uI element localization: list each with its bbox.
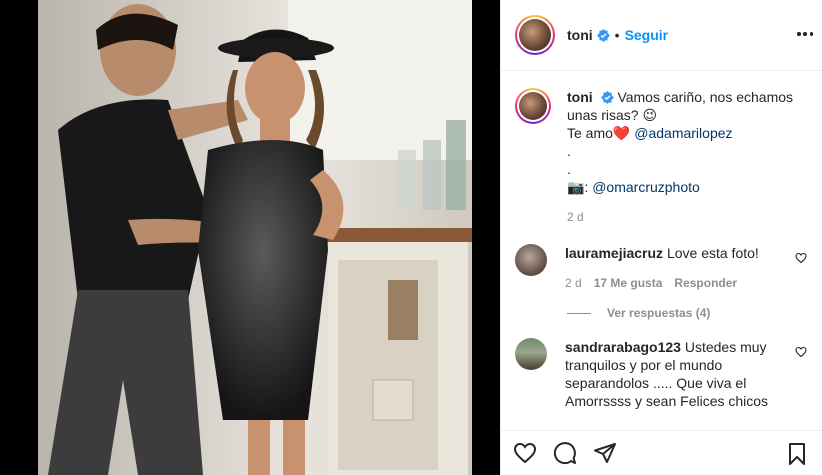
heart-icon[interactable] — [795, 252, 807, 264]
caption-dot: . — [567, 143, 571, 159]
author-avatar[interactable] — [515, 15, 555, 55]
verified-badge-icon — [596, 28, 610, 42]
photo-credit-link[interactable]: @omarcruzphoto — [592, 179, 700, 195]
reply-button[interactable]: Responder — [674, 274, 737, 292]
mention-link[interactable]: @adamarilopez — [634, 125, 732, 141]
comment-time[interactable]: 2 d — [565, 274, 582, 292]
caption-dot: . — [567, 161, 571, 177]
caption-line2: Te amo — [567, 125, 613, 141]
action-bar — [501, 430, 822, 475]
more-options-icon[interactable] — [797, 26, 813, 42]
comment-icon[interactable] — [553, 441, 577, 465]
view-replies-button[interactable]: Ver respuestas (4) — [567, 306, 807, 320]
post-side-panel: toni • Seguir toni Vamos cariño, nos ech… — [500, 0, 822, 475]
comment-item: sandrarabago123 Ustedes muy tranquilos y… — [515, 338, 807, 410]
follow-button[interactable]: Seguir — [625, 27, 669, 43]
commenter-avatar[interactable] — [515, 338, 547, 370]
bookmark-icon[interactable] — [785, 442, 809, 466]
header-separator: • — [614, 27, 620, 43]
heart-icon[interactable] — [795, 346, 807, 358]
verified-badge-icon — [600, 91, 614, 104]
caption-time[interactable]: 2 d — [567, 208, 584, 226]
post-photo[interactable] — [38, 0, 472, 475]
caption: toni Vamos cariño, nos echamos unas risa… — [515, 88, 807, 226]
heart-emoji: ❤️ — [612, 125, 631, 141]
photo-area — [0, 0, 500, 475]
wink-emoji: 😉 — [642, 107, 658, 123]
comments-list[interactable]: toni Vamos cariño, nos echamos unas risa… — [501, 72, 822, 430]
comment-username[interactable]: lauramejiacruz — [565, 245, 663, 261]
caption-username[interactable]: toni — [567, 89, 593, 105]
heart-icon[interactable] — [513, 441, 537, 465]
share-icon[interactable] — [593, 441, 617, 465]
comment-text: Love esta foto! — [666, 245, 759, 261]
view-replies-label: Ver respuestas (4) — [607, 306, 711, 320]
post-photo-art — [38, 0, 472, 475]
comment-likes[interactable]: 17 Me gusta — [594, 274, 663, 292]
post-header: toni • Seguir — [501, 0, 822, 71]
caption-avatar[interactable] — [515, 88, 551, 124]
comment-username[interactable]: sandrarabago123 — [565, 339, 681, 355]
comment-item: lauramejiacruz Love esta foto! 2 d 17 Me… — [515, 244, 807, 292]
commenter-avatar[interactable] — [515, 244, 547, 276]
author-username[interactable]: toni — [567, 27, 593, 43]
camera-emoji: 📷: — [567, 179, 589, 195]
